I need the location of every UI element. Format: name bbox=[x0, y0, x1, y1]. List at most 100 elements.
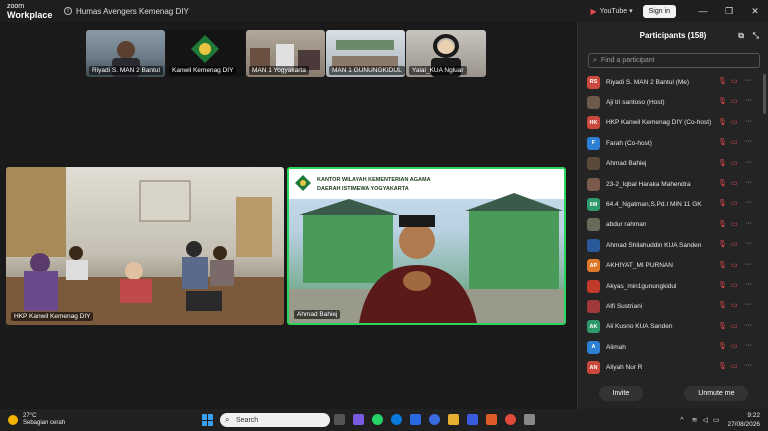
taskbar-search[interactable]: ⌕ Search bbox=[220, 413, 330, 427]
edge-icon[interactable] bbox=[391, 414, 402, 425]
meeting-info[interactable]: i Humas Avengers Kemenag DIY bbox=[64, 7, 189, 16]
unmute-button[interactable]: Unmute me bbox=[684, 386, 749, 401]
battery-icon[interactable]: ▭ bbox=[713, 416, 720, 424]
office-icon[interactable] bbox=[486, 414, 497, 425]
participant-row[interactable]: Ahmad Bahiej 🎙︎ ▭ ··· bbox=[578, 154, 768, 174]
mic-muted-icon[interactable]: 🎙︎ bbox=[718, 118, 727, 126]
participant-row[interactable]: F Farah (Co-host) 🎙︎ ▭ ··· bbox=[578, 133, 768, 153]
video-thumbnail[interactable]: Kanwil Kemenag DIY bbox=[166, 30, 245, 77]
snipping-tool-icon[interactable] bbox=[524, 414, 535, 425]
more-options-icon[interactable]: ··· bbox=[745, 220, 752, 227]
store-icon[interactable] bbox=[467, 414, 478, 425]
participant-row[interactable]: 6M 64.4_Ngatman,S.Pd.I MIN 11 GK 🎙︎ ▭ ··· bbox=[578, 194, 768, 214]
weather-widget[interactable]: 27°C Sebagian cerah bbox=[0, 413, 180, 427]
more-options-icon[interactable]: ··· bbox=[745, 199, 752, 206]
more-options-icon[interactable]: ··· bbox=[745, 240, 752, 247]
collapse-icon[interactable]: ⤡ bbox=[753, 31, 759, 41]
participant-row[interactable]: AK Ali Kusno KUA Sanden 🎙︎ ▭ ··· bbox=[578, 317, 768, 337]
zoom-app-icon[interactable] bbox=[410, 414, 421, 425]
participant-row[interactable]: Alfi Sustriani 🎙︎ ▭ ··· bbox=[578, 296, 768, 316]
video-thumbnail[interactable]: Yalal_KUA Ngluar bbox=[406, 30, 486, 77]
sign-in-button[interactable]: Sign in bbox=[642, 4, 676, 18]
mic-muted-icon[interactable]: 🎙︎ bbox=[718, 301, 727, 309]
close-icon[interactable]: ✕ bbox=[742, 6, 768, 17]
copilot-icon[interactable] bbox=[353, 414, 364, 425]
main-video-active-speaker[interactable]: KANTOR WILAYAH KEMENTERIAN AGAMA DAERAH … bbox=[287, 167, 566, 325]
scrollbar[interactable] bbox=[763, 74, 766, 114]
video-off-icon[interactable]: ▭ bbox=[731, 362, 738, 370]
minimize-icon[interactable]: — bbox=[690, 6, 716, 16]
mic-muted-icon[interactable]: 🎙︎ bbox=[718, 342, 727, 350]
more-options-icon[interactable]: ··· bbox=[745, 362, 752, 369]
main-video-meeting-room[interactable]: HKP Kanwil Kemenag DIY bbox=[6, 167, 284, 325]
invite-button[interactable]: Invite bbox=[598, 386, 644, 401]
clock[interactable]: 9:22 27/08/2026 bbox=[727, 411, 760, 429]
participant-row[interactable]: A Alimah 🎙︎ ▭ ··· bbox=[578, 337, 768, 357]
youtube-button[interactable]: YouTube ▾ bbox=[600, 7, 633, 15]
more-options-icon[interactable]: ··· bbox=[745, 342, 752, 349]
mic-muted-icon[interactable]: 🎙︎ bbox=[718, 362, 727, 370]
participant-row[interactable]: AN Aliyah Nur R 🎙︎ ▭ ··· bbox=[578, 357, 768, 377]
avatar: AK bbox=[587, 320, 600, 334]
video-off-icon[interactable]: ▭ bbox=[731, 77, 738, 85]
participant-row[interactable]: Akyas_min1gunungkidul 🎙︎ ▭ ··· bbox=[578, 276, 768, 296]
mic-muted-icon[interactable]: 🎙︎ bbox=[718, 159, 727, 167]
file-explorer-icon[interactable] bbox=[448, 414, 459, 425]
video-off-icon[interactable]: ▭ bbox=[731, 159, 738, 167]
video-thumbnail[interactable]: MAN 1 GUNUNGKIDUL bbox=[326, 30, 405, 77]
mic-muted-icon[interactable]: 🎙︎ bbox=[718, 281, 727, 289]
mic-muted-icon[interactable]: 🎙︎ bbox=[718, 138, 727, 146]
video-off-icon[interactable]: ▭ bbox=[731, 199, 738, 207]
participant-search-input[interactable]: ⌕ Find a participant bbox=[588, 53, 760, 68]
windows-start-icon[interactable] bbox=[202, 414, 214, 426]
participant-row[interactable]: HK HKP Kanwil Kemenag DIY (Co-host) 🎙︎ ▭ ··· bbox=[578, 113, 768, 133]
video-off-icon[interactable]: ▭ bbox=[731, 118, 738, 126]
participant-row[interactable]: RS Riyadi S. MAN 2 Bantul (Me) 🎙︎ ▭ ··· bbox=[578, 72, 768, 92]
popout-icon[interactable]: ⧉ bbox=[738, 31, 744, 41]
more-options-icon[interactable]: ··· bbox=[745, 179, 752, 186]
video-off-icon[interactable]: ▭ bbox=[731, 261, 738, 269]
video-off-icon[interactable]: ▭ bbox=[731, 220, 738, 228]
chrome-icon[interactable] bbox=[505, 414, 516, 425]
more-options-icon[interactable]: ··· bbox=[745, 281, 752, 288]
video-off-icon[interactable]: ▭ bbox=[731, 322, 738, 330]
video-off-icon[interactable]: ▭ bbox=[731, 342, 738, 350]
mic-muted-icon[interactable]: 🎙︎ bbox=[718, 322, 727, 330]
maximize-icon[interactable]: ❐ bbox=[716, 6, 742, 17]
participants-title: Participants (158) bbox=[639, 30, 707, 40]
mic-muted-icon[interactable]: 🎙︎ bbox=[718, 240, 727, 248]
more-options-icon[interactable]: ··· bbox=[745, 97, 752, 104]
video-off-icon[interactable]: ▭ bbox=[731, 240, 738, 248]
participant-row[interactable]: 23-2_Iqbal Haraka Mahendra 🎙︎ ▭ ··· bbox=[578, 174, 768, 194]
whatsapp-icon[interactable] bbox=[372, 414, 383, 425]
participant-row[interactable]: AP AKHIYAT_MI PURNAN 🎙︎ ▭ ··· bbox=[578, 256, 768, 276]
video-off-icon[interactable]: ▭ bbox=[731, 281, 738, 289]
mic-muted-icon[interactable]: 🎙︎ bbox=[718, 261, 727, 269]
video-off-icon[interactable]: ▭ bbox=[731, 97, 738, 105]
mic-muted-icon[interactable]: 🎙︎ bbox=[718, 199, 727, 207]
more-options-icon[interactable]: ··· bbox=[745, 77, 752, 84]
mic-muted-icon[interactable]: 🎙︎ bbox=[718, 77, 727, 85]
volume-icon[interactable]: ◁ bbox=[702, 416, 707, 424]
task-view-icon[interactable] bbox=[334, 414, 345, 425]
mic-muted-icon[interactable]: 🎙︎ bbox=[718, 220, 727, 228]
more-options-icon[interactable]: ··· bbox=[745, 322, 752, 329]
more-options-icon[interactable]: ··· bbox=[745, 138, 752, 145]
meet-icon[interactable] bbox=[429, 414, 440, 425]
chevron-up-icon[interactable]: ^ bbox=[680, 417, 683, 424]
participant-row[interactable]: Aji tri santoso (Host) 🎙︎ ▭ ··· bbox=[578, 92, 768, 112]
wifi-icon[interactable]: ≋ bbox=[692, 416, 698, 424]
more-options-icon[interactable]: ··· bbox=[745, 159, 752, 166]
more-options-icon[interactable]: ··· bbox=[745, 118, 752, 125]
video-thumbnail[interactable]: Riyadi S. MAN 2 Bantul bbox=[86, 30, 165, 77]
more-options-icon[interactable]: ··· bbox=[745, 301, 752, 308]
mic-muted-icon[interactable]: 🎙︎ bbox=[718, 179, 727, 187]
more-options-icon[interactable]: ··· bbox=[745, 261, 752, 268]
video-thumbnail[interactable]: MAN 1 Yogyakarta bbox=[246, 30, 325, 77]
participant-row[interactable]: abdur rahman 🎙︎ ▭ ··· bbox=[578, 215, 768, 235]
video-off-icon[interactable]: ▭ bbox=[731, 138, 738, 146]
video-off-icon[interactable]: ▭ bbox=[731, 179, 738, 187]
mic-muted-icon[interactable]: 🎙︎ bbox=[718, 97, 727, 105]
video-off-icon[interactable]: ▭ bbox=[731, 301, 738, 309]
participant-row[interactable]: Ahmad Shilahuddin KUA Sanden 🎙︎ ▭ ··· bbox=[578, 235, 768, 255]
